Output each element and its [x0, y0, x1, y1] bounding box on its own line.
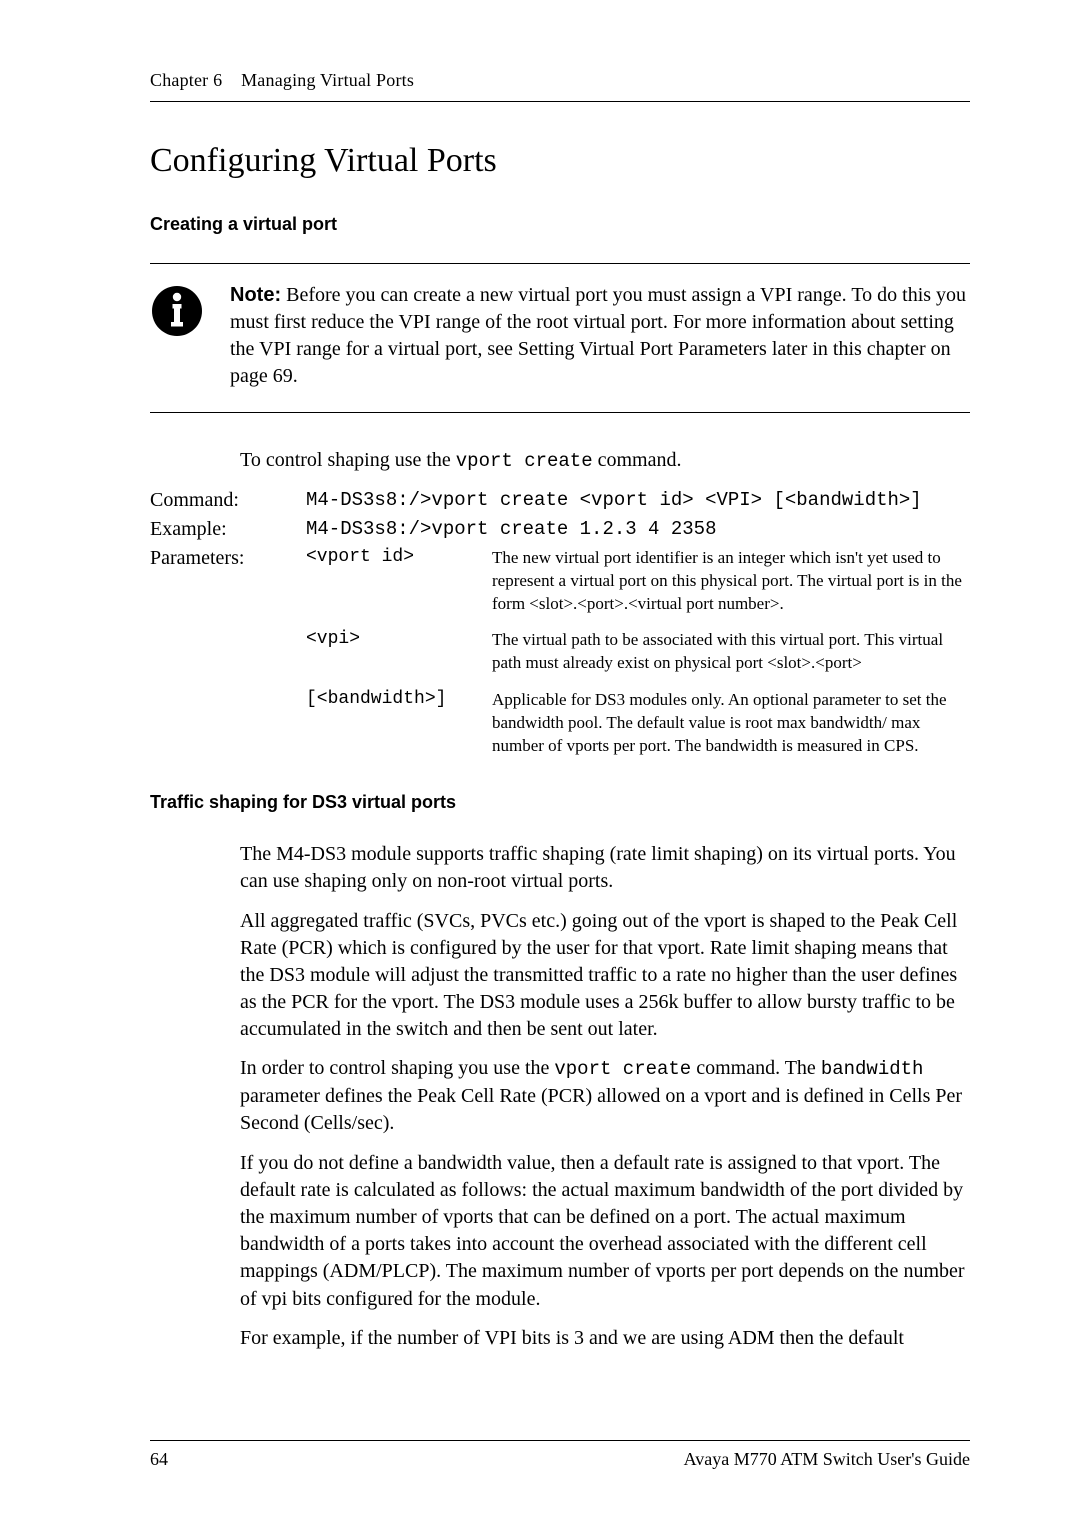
param-desc: Applicable for DS3 modules only. An opti…: [492, 689, 970, 758]
param-desc: The new virtual port identifier is an in…: [492, 547, 970, 616]
param-name: <vpi>: [306, 629, 476, 675]
example-label: Example:: [150, 518, 290, 541]
body-block: The M4-DS3 module supports traffic shapi…: [240, 841, 970, 1352]
page-number: 64: [150, 1449, 168, 1470]
subhead-traffic: Traffic shaping for DS3 virtual ports: [150, 792, 970, 813]
intro-before: To control shaping use the: [240, 449, 456, 471]
footer-rule: [150, 1440, 970, 1441]
body-p4: If you do not define a bandwidth value, …: [240, 1150, 970, 1313]
info-icon: [150, 284, 204, 343]
chapter-title: Managing Virtual Ports: [241, 70, 414, 90]
chapter-label: Chapter 6: [150, 70, 222, 90]
intro-after: command.: [593, 449, 682, 471]
param-name: [<bandwidth>]: [306, 689, 476, 758]
note-body: Before you can create a new virtual port…: [230, 284, 966, 387]
footer: 64 Avaya M770 ATM Switch User's Guide: [150, 1440, 970, 1470]
command-value: M4-DS3s8:/>vport create <vport id> <VPI>…: [306, 489, 970, 512]
p3-before: In order to control shaping you use the: [240, 1057, 554, 1079]
doc-title: Avaya M770 ATM Switch User's Guide: [684, 1449, 970, 1470]
param-desc: The virtual path to be associated with t…: [492, 629, 970, 675]
command-label: Command:: [150, 489, 290, 512]
p3-code2: bandwidth: [821, 1058, 924, 1080]
body-p3: In order to control shaping you use the …: [240, 1055, 970, 1137]
body-p5: For example, if the number of VPI bits i…: [240, 1325, 970, 1352]
parameters-label: Parameters:: [150, 547, 290, 759]
body-p2: All aggregated traffic (SVCs, PVCs etc.)…: [240, 908, 970, 1044]
section-title: Configuring Virtual Ports: [150, 142, 970, 180]
p3-mid: command. The: [691, 1057, 821, 1079]
param-name: <vport id>: [306, 547, 476, 616]
p3-code1: vport create: [554, 1058, 691, 1080]
note-text: Note: Before you can create a new virtua…: [230, 282, 970, 390]
command-table: Command: M4-DS3s8:/>vport create <vport …: [150, 489, 970, 759]
intro-code: vport create: [456, 450, 593, 472]
header-rule: [150, 101, 970, 102]
body-p1: The M4-DS3 module supports traffic shapi…: [240, 841, 970, 895]
intro-para: To control shaping use the vport create …: [240, 447, 970, 475]
note-label: Note:: [230, 284, 281, 306]
parameter-grid: <vport id> The new virtual port identifi…: [306, 547, 970, 759]
example-value: M4-DS3s8:/>vport create 1.2.3 4 2358: [306, 518, 970, 541]
note-block: Note: Before you can create a new virtua…: [150, 263, 970, 413]
running-head: Chapter 6 Managing Virtual Ports: [150, 70, 970, 91]
subhead-creating: Creating a virtual port: [150, 214, 970, 235]
p3-after: parameter defines the Peak Cell Rate (PC…: [240, 1085, 962, 1134]
